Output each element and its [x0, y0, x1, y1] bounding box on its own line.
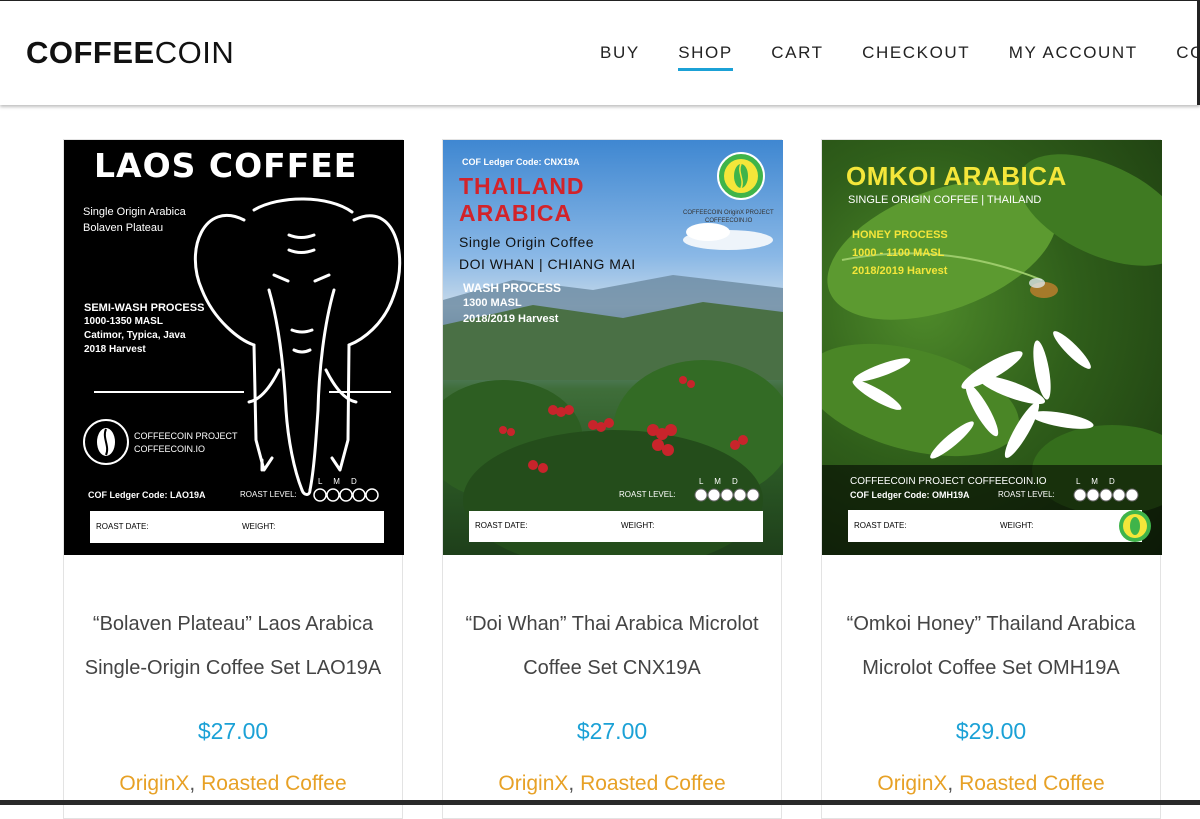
label-ledger-code: COF Ledger Code: OMH19A: [850, 490, 970, 500]
label-sub-1: Single Origin Arabica: [83, 206, 186, 218]
product-title-line-2: Single-Origin Coffee Set LAO19A: [84, 657, 382, 679]
product-image[interactable]: LAOS COFFEE Single Origin Arabica Bolave…: [64, 140, 404, 555]
label-ledger-code: COF Ledger Code: CNX19A: [462, 157, 580, 167]
label-sub-1: Single Origin Coffee: [459, 234, 595, 250]
label-process: HONEY PROCESS: [852, 229, 948, 241]
category-link-originx[interactable]: OriginX: [498, 772, 568, 795]
label-sub-2: Bolaven Plateau: [83, 222, 164, 234]
label-heading-2: ARABICA: [459, 200, 573, 226]
label-process: WASH PROCESS: [463, 281, 562, 295]
product-title-line-1: “Bolaven Plateau” Laos Arabica: [92, 613, 374, 635]
label-process: SEMI-WASH PROCESS: [84, 302, 205, 314]
label-lmd: L M D: [318, 477, 357, 486]
logo-text-light: COIN: [154, 35, 235, 70]
label-roast-date: ROAST DATE:: [475, 521, 528, 530]
nav-buy[interactable]: BUY: [600, 43, 640, 69]
product-image[interactable]: OMKOI ARABICA SINGLE ORIGIN COFFEE | THA…: [822, 140, 1162, 555]
label-lmd: L M D: [699, 477, 738, 486]
logo-text-bold: COFFEE: [26, 35, 155, 70]
label-roast-level: ROAST LEVEL:: [998, 490, 1055, 499]
product-title[interactable]: “Bolaven Plateau” Laos Arabica Single-Or…: [74, 602, 392, 690]
label-project-url: COFFEECOIN.IO: [705, 218, 753, 224]
label-project-name: COFFEECOIN OriginX PROJECT: [683, 210, 774, 216]
nav-my-account[interactable]: MY ACCOUNT: [1009, 43, 1138, 69]
category-link-originx[interactable]: OriginX: [119, 772, 189, 795]
product-price: $27.00: [197, 718, 269, 744]
product-price: $29.00: [955, 718, 1027, 744]
window-bottom-edge: [0, 800, 1200, 805]
main-nav: BUY SHOP CART CHECKOUT MY ACCOUNT CONTAC: [600, 43, 1200, 71]
category-link-roasted-coffee[interactable]: Roasted Coffee: [959, 772, 1105, 795]
site-logo[interactable]: COFFEECOIN: [26, 35, 234, 71]
label-altitude: 1000 - 1100 MASL: [852, 247, 945, 259]
label-project-url: COFFEECOIN.IO: [134, 444, 206, 454]
label-lmd: L M D: [1076, 477, 1115, 486]
label-weight: WEIGHT:: [621, 521, 655, 530]
product-card[interactable]: LAOS COFFEE Single Origin Arabica Bolave…: [63, 139, 404, 819]
label-sub: SINGLE ORIGIN COFFEE | THAILAND: [848, 194, 1042, 206]
label-roast-date: ROAST DATE:: [96, 522, 149, 531]
label-heading: LAOS COFFEE: [94, 146, 358, 185]
nav-checkout[interactable]: CHECKOUT: [862, 43, 970, 69]
category-link-originx[interactable]: OriginX: [877, 772, 947, 795]
product-categories: OriginX, Roasted Coffee: [877, 772, 1105, 795]
label-ledger-code: COF Ledger Code: LAO19A: [88, 490, 206, 500]
label-varieties: Catimor, Typica, Java: [84, 330, 186, 341]
label-project-name: COFFEECOIN PROJECT: [134, 431, 238, 441]
product-image[interactable]: COF Ledger Code: CNX19A THAILAND ARABICA…: [443, 140, 783, 555]
label-altitude: 1300 MASL: [463, 297, 522, 309]
site-header: COFFEECOIN BUY SHOP CART CHECKOUT MY ACC…: [0, 0, 1200, 105]
label-heading-1: THAILAND: [459, 173, 585, 199]
label-weight: WEIGHT:: [242, 522, 276, 531]
category-link-roasted-coffee[interactable]: Roasted Coffee: [580, 772, 726, 795]
product-title-line-2: Microlot Coffee Set OMH19A: [862, 657, 1120, 679]
label-harvest: 2018/2019 Harvest: [852, 265, 948, 277]
nav-cart[interactable]: CART: [771, 43, 823, 69]
label-weight: WEIGHT:: [1000, 521, 1034, 530]
label-roast-level: ROAST LEVEL:: [240, 490, 297, 499]
label-harvest: 2018 Harvest: [84, 344, 146, 355]
label-roast-level: ROAST LEVEL:: [619, 490, 676, 499]
label-sub-2: DOI WHAN | CHIANG MAI: [459, 256, 636, 272]
category-link-roasted-coffee[interactable]: Roasted Coffee: [201, 772, 347, 795]
product-card[interactable]: OMKOI ARABICA SINGLE ORIGIN COFFEE | THA…: [821, 139, 1162, 819]
product-title-line-1: “Omkoi Honey” Thailand Arabica: [846, 613, 1136, 635]
label-project: COFFEECOIN PROJECT COFFEECOIN.IO: [850, 476, 1047, 487]
product-title-line-2: Coffee Set CNX19A: [523, 657, 701, 679]
product-card[interactable]: COF Ledger Code: CNX19A THAILAND ARABICA…: [442, 139, 783, 819]
label-roast-date: ROAST DATE:: [854, 521, 907, 530]
product-price: $27.00: [576, 718, 648, 744]
nav-shop[interactable]: SHOP: [678, 43, 733, 71]
product-title[interactable]: “Doi Whan” Thai Arabica Microlot Coffee …: [453, 602, 771, 690]
label-harvest: 2018/2019 Harvest: [463, 313, 559, 325]
label-heading: OMKOI ARABICA: [846, 161, 1067, 191]
product-categories: OriginX, Roasted Coffee: [119, 772, 347, 795]
product-categories: OriginX, Roasted Coffee: [498, 772, 726, 795]
label-altitude: 1000-1350 MASL: [84, 316, 163, 327]
product-title[interactable]: “Omkoi Honey” Thailand Arabica Microlot …: [832, 602, 1150, 690]
product-title-line-1: “Doi Whan” Thai Arabica Microlot: [465, 613, 759, 635]
